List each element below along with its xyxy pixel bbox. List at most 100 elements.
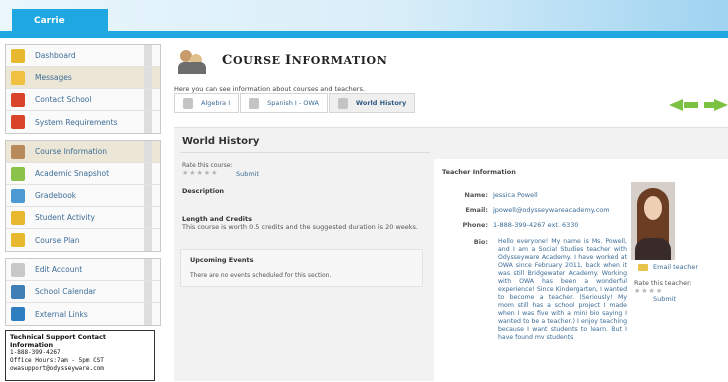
name-label: Name: (464, 191, 488, 199)
tab-label: Spanish I - OWA (267, 99, 319, 107)
email-teacher-link[interactable]: Email teacher (638, 263, 698, 271)
teacher-email[interactable]: jpowell@odysseywareacademy.com (493, 206, 610, 214)
people-icon (178, 46, 208, 74)
support-heading: Technical Support Contact Information (10, 333, 107, 349)
teacher-name: Jessica Powell (493, 191, 538, 199)
item-edge (144, 67, 152, 88)
sidebar-item-label: School Calendar (35, 287, 97, 296)
course-icon (249, 97, 260, 109)
sidebar-item-label: External Links (35, 309, 88, 319)
divider (180, 152, 430, 153)
sidebar-item-label: Student Activity (35, 213, 95, 222)
lifebuoy-icon (11, 115, 25, 129)
email-teacher-label: Email teacher (653, 263, 698, 271)
nav-arrows (669, 99, 728, 111)
sidebar-item-label: Course Plan (35, 235, 80, 245)
gradebook-icon (11, 188, 25, 203)
length-text: This course is worth 0.5 credits and the… (182, 223, 418, 231)
events-heading: Upcoming Events (190, 256, 254, 264)
item-edge (144, 111, 152, 133)
activity-icon (11, 210, 25, 225)
snapshot-icon (11, 166, 25, 181)
events-text: There are no events scheduled for this s… (190, 272, 332, 279)
account-icon (11, 262, 25, 277)
support-phone: 1-888-399-4267 (10, 349, 61, 356)
sidebar-item-label: Course Information (35, 147, 107, 156)
course-icon (337, 97, 348, 109)
tab-spanish-i[interactable]: Spanish I - OWA (240, 93, 328, 113)
sidebar-group-account: Edit Account School Calendar External Link… (5, 258, 161, 326)
previous-arrow-icon[interactable] (669, 99, 704, 111)
lifebuoy-icon (11, 92, 25, 107)
course-title: World History (182, 136, 260, 147)
teacher-phone: 1-888-399-4267 ext. 6330 (493, 221, 579, 229)
course-rating-stars[interactable]: ★★★★★ (182, 169, 218, 177)
people-icon (11, 144, 25, 159)
sidebar-item-school-calendar[interactable]: School Calendar (6, 281, 160, 303)
support-box: Technical Support Contact Information 1-… (5, 330, 155, 381)
page-title: COURSE INFORMATION (222, 52, 388, 68)
item-edge (144, 185, 152, 206)
course-icon (183, 97, 193, 109)
sidebar-item-messages[interactable]: Messages (6, 67, 160, 89)
rate-course-label: Rate this course: (182, 162, 233, 169)
item-edge (144, 89, 152, 110)
sidebar-item-course-information[interactable]: Course Information (6, 141, 160, 163)
item-edge (144, 207, 152, 228)
tab-world-history[interactable]: World History (328, 93, 416, 113)
sidebar-item-label: Edit Account (35, 265, 83, 274)
teacher-rating-stars[interactable]: ★★★★ (634, 287, 663, 295)
support-email[interactable]: owasupport@odysseyware.com (10, 365, 150, 373)
tab-label: World History (355, 99, 407, 107)
item-edge (144, 259, 152, 280)
messages-icon (11, 70, 25, 85)
dashboard-icon (11, 48, 25, 63)
sidebar-item-edit-account[interactable]: Edit Account (6, 259, 160, 281)
support-hours: Office Hours:7am - 5pm CST (10, 357, 104, 364)
bio-label: Bio: (473, 238, 488, 246)
sidebar-item-label: Dashboard (35, 51, 76, 60)
item-edge (144, 45, 152, 66)
item-edge (144, 281, 152, 302)
course-rating-submit[interactable]: Submit (236, 170, 259, 178)
teacher-name-row: Name: Jessica Powell (442, 191, 538, 199)
tab-algebra-i[interactable]: Algebra I (174, 93, 240, 113)
teacher-heading: Teacher Information (442, 168, 516, 176)
sidebar-item-student-activity[interactable]: Student Activity (6, 207, 160, 229)
sidebar-item-gradebook[interactable]: Gradebook (6, 185, 160, 207)
teacher-rating-submit[interactable]: Submit (653, 295, 676, 303)
tab-label: Algebra I (201, 99, 231, 107)
description-heading: Description (182, 187, 225, 195)
sidebar-group-course: Course Information Academic Snapshot Grade… (5, 140, 161, 252)
next-arrow-icon[interactable] (704, 99, 728, 111)
sidebar-item-course-plan[interactable]: Course Plan (6, 229, 160, 251)
sidebar-item-academic-snapshot[interactable]: Academic Snapshot (6, 163, 160, 185)
sidebar-item-label: Academic Snapshot (35, 169, 110, 178)
sidebar-group-main: Dashboard Messages Contact School System Re… (5, 44, 161, 134)
sidebar-item-dashboard[interactable]: Dashboard (6, 45, 160, 67)
item-edge (144, 229, 152, 251)
calendar-icon (11, 284, 25, 299)
sidebar-item-external-links[interactable]: External Links (6, 303, 160, 325)
top-bar: Carrie Z*Tester (0, 0, 728, 50)
sidebar-item-system-requirements[interactable]: System Requirements (6, 111, 160, 133)
main-content: COURSE INFORMATION Here you can see info… (172, 40, 728, 382)
item-edge (144, 303, 152, 325)
top-bar-underline (0, 31, 728, 38)
page-header: COURSE INFORMATION (178, 46, 387, 74)
course-panel: World History Rate this course: ★★★★★ Su… (174, 127, 728, 382)
teacher-panel: Teacher Information Name: Jessica Powell… (434, 159, 728, 382)
sidebar-item-label: System Requirements (35, 117, 118, 127)
sidebar-item-label: Gradebook (35, 191, 77, 200)
sidebar-item-label: Messages (35, 73, 72, 82)
sidebar-item-contact-school[interactable]: Contact School (6, 89, 160, 111)
rate-teacher-label: Rate this teacher: (634, 279, 692, 287)
teacher-bio-row: Bio: (442, 238, 493, 246)
intro-text: Here you can see information about cours… (174, 85, 365, 93)
sidebar: Dashboard Messages Contact School System Re… (5, 44, 161, 332)
length-heading: Length and Credits (182, 215, 252, 223)
envelope-icon (638, 263, 648, 271)
user-tab[interactable]: Carrie Z*Tester (12, 9, 108, 50)
teacher-bio: Hello everyone! My name is Ms. Powell, a… (498, 238, 627, 339)
phone-label: Phone: (462, 221, 489, 229)
